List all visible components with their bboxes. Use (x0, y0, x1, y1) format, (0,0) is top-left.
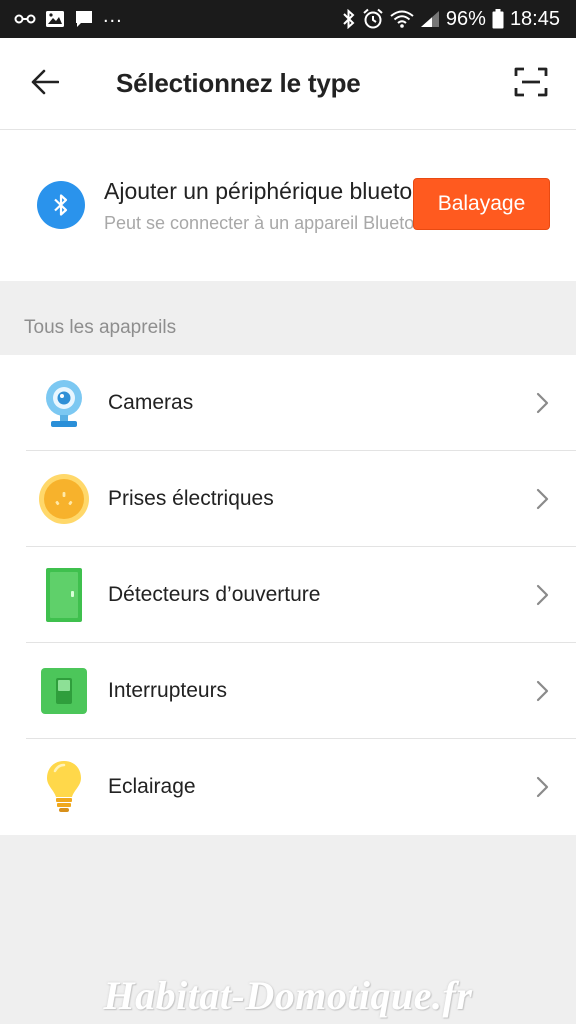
list-item-lighting[interactable]: Eclairage (0, 739, 576, 835)
switch-icon (36, 663, 92, 719)
list-item-switches[interactable]: Interrupteurs (0, 643, 576, 739)
back-button[interactable] (22, 62, 68, 106)
qr-scan-button[interactable] (508, 62, 554, 106)
chevron-right-icon (530, 583, 554, 607)
battery-icon (492, 9, 504, 29)
camera-icon (36, 375, 92, 431)
bluetooth-card-title: Ajouter un périphérique bluetooth (104, 178, 414, 204)
bluetooth-add-card: Ajouter un périphérique bluetooth Peut s… (0, 130, 576, 281)
device-type-list: Cameras Prises électriques Détecteurs d’… (0, 355, 576, 835)
app-bar: Sélectionnez le type (0, 38, 576, 130)
list-item-label: Détecteurs d’ouverture (108, 583, 321, 606)
clock: 18:45 (509, 7, 560, 30)
watermark: Habitat-Domotique.fr (103, 973, 473, 1018)
chevron-right-icon (530, 775, 554, 799)
message-icon (74, 10, 94, 28)
chevron-right-icon (530, 391, 554, 415)
alarm-icon (362, 8, 384, 30)
section-header: Tous les apapreils (24, 317, 177, 338)
status-bar: ... 96% 18:45 (0, 0, 576, 38)
signal-icon (420, 10, 440, 28)
door-sensor-icon (36, 567, 92, 623)
chevron-right-icon (530, 679, 554, 703)
list-item-label: Cameras (108, 391, 194, 414)
bluetooth-status-icon (342, 9, 356, 29)
bluetooth-icon (37, 181, 85, 229)
bluetooth-card-subtitle: Peut se connecter à un appareil Bluetoot… (104, 213, 414, 233)
overflow-notifications: ... (103, 5, 123, 27)
chevron-right-icon (530, 487, 554, 511)
list-item-cameras[interactable]: Cameras (0, 355, 576, 451)
battery-percent: 96% (445, 7, 486, 30)
plug-icon (36, 471, 92, 527)
gallery-icon (45, 10, 65, 28)
list-item-label: Prises électriques (108, 487, 274, 510)
bulb-icon (36, 759, 92, 815)
list-item-label: Eclairage (108, 775, 196, 798)
page-title: Sélectionnez le type (116, 68, 361, 98)
scan-frame-icon (514, 67, 548, 102)
scan-button[interactable]: Balayage (413, 178, 550, 230)
list-item-door-sensors[interactable]: Détecteurs d’ouverture (0, 547, 576, 643)
list-item-label: Interrupteurs (108, 679, 228, 702)
list-item-plugs[interactable]: Prises électriques (0, 451, 576, 547)
wifi-icon (390, 10, 414, 28)
back-arrow-icon (31, 69, 60, 100)
infinity-icon (14, 13, 36, 25)
